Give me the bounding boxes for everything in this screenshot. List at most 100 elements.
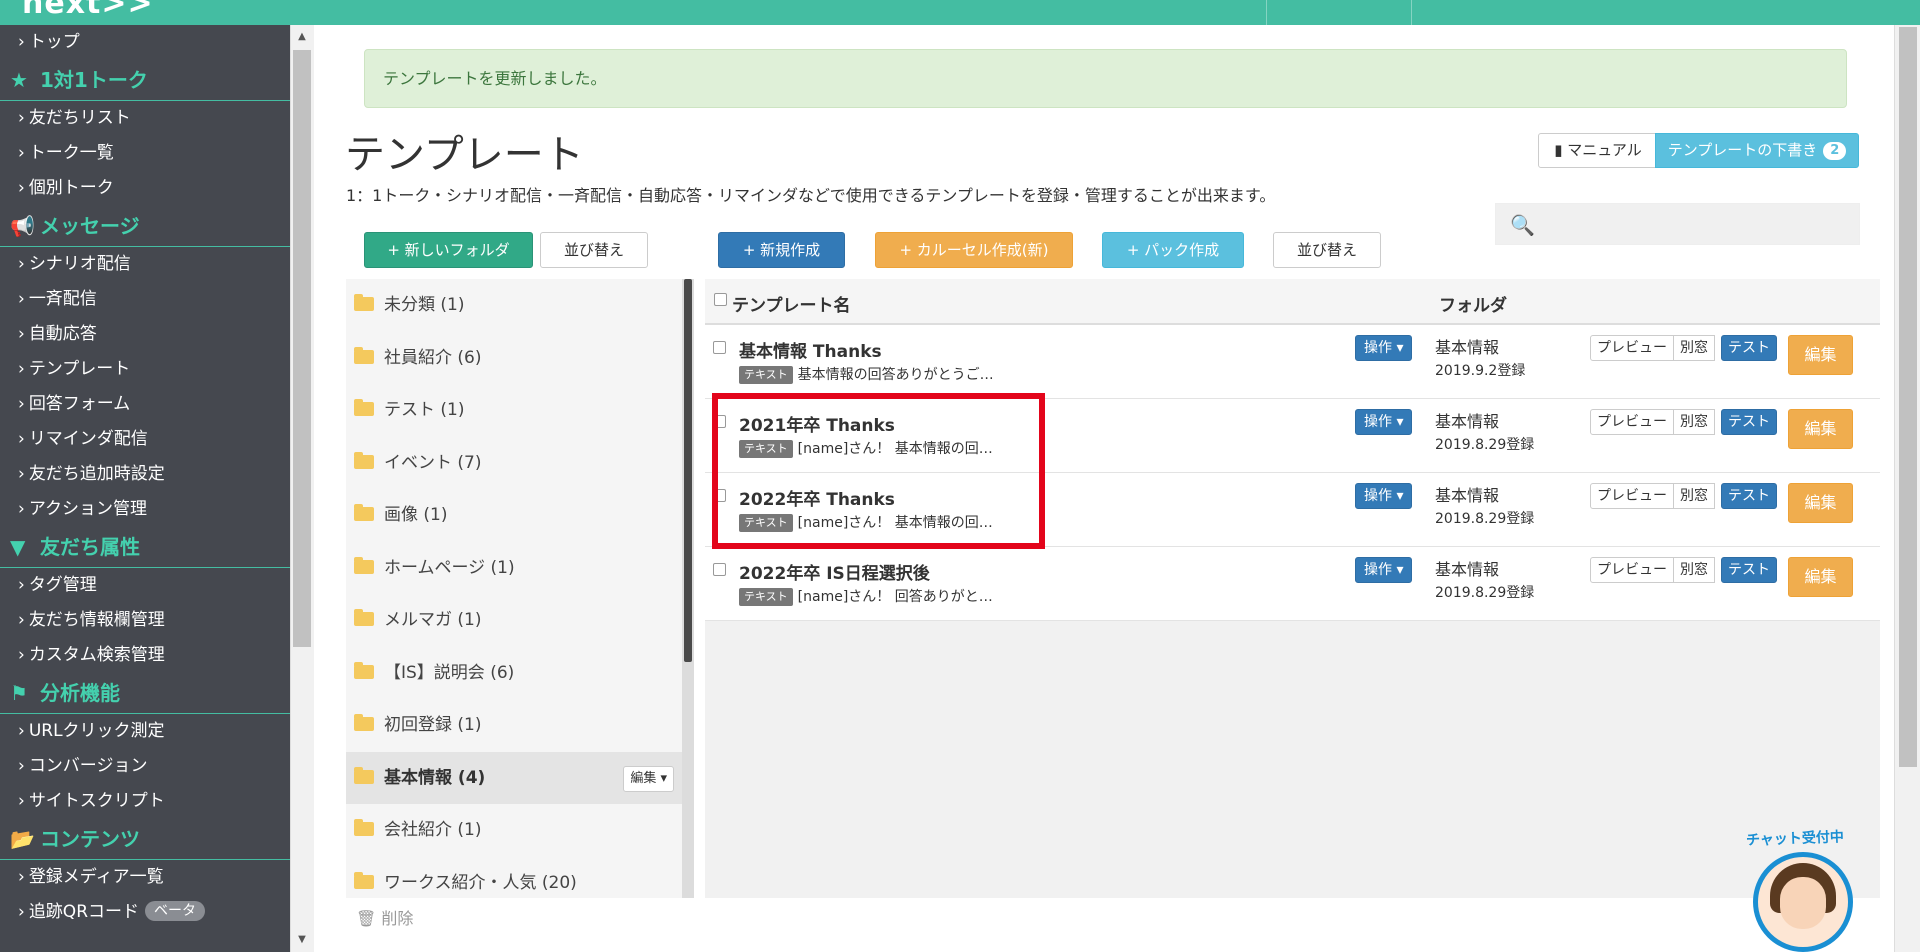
open-popup-button[interactable]: 別窓 [1674, 409, 1715, 435]
test-send-button[interactable]: テスト [1721, 409, 1777, 435]
sidebar-scrollbar[interactable]: ▲ ▼ [290, 25, 314, 952]
chat-avatar[interactable] [1753, 852, 1853, 952]
sidebar-item[interactable]: › リマインダ配信 [0, 422, 290, 457]
folder-item[interactable]: 社員紹介 (6) [346, 332, 682, 385]
sidebar-section-header[interactable]: 📢 メッセージ [0, 206, 290, 247]
delete-button[interactable]: 🗑 削除 [356, 905, 413, 929]
new-folder-button[interactable]: + 新しいフォルダ [364, 232, 533, 268]
preview-button[interactable]: プレビュー [1590, 557, 1674, 583]
sidebar-item[interactable]: › 回答フォーム [0, 387, 290, 422]
chevron-right-icon: › [18, 721, 25, 741]
sidebar-item[interactable]: › テンプレート [0, 352, 290, 387]
folder-item[interactable]: テスト (1) [346, 384, 682, 437]
row-checkbox[interactable] [713, 415, 726, 428]
folder-item[interactable]: 【IS】説明会 (6) [346, 647, 682, 700]
new-carousel-button[interactable]: + カルーセル作成(新) [875, 232, 1073, 268]
sidebar-item[interactable]: › サイトスクリプト [0, 784, 290, 819]
test-send-button[interactable]: テスト [1721, 483, 1777, 509]
sidebar-item[interactable]: › カスタム検索管理 [0, 638, 290, 673]
sidebar-item[interactable]: › 追跡QRコード ベータ [0, 895, 290, 930]
sidebar-item[interactable]: › トップ [0, 25, 290, 60]
sidebar-item[interactable]: › コンバージョン [0, 749, 290, 784]
manual-button[interactable]: ▮ マニュアル [1538, 133, 1658, 168]
preview-button-group: プレビュー 別窓 テスト [1590, 335, 1777, 361]
template-title[interactable]: 基本情報 Thanks [739, 337, 882, 362]
sidebar-item[interactable]: › 友だち追加時設定 [0, 457, 290, 492]
scrollbar-thumb[interactable] [684, 279, 692, 662]
sidebar-item[interactable]: › シナリオ配信 [0, 247, 290, 282]
preview-button[interactable]: プレビュー [1590, 409, 1674, 435]
logo[interactable]: next>> [22, 0, 154, 21]
folder-item[interactable]: 初回登録 (1) [346, 699, 682, 752]
sidebar-item[interactable]: › トーク一覧 [0, 136, 290, 171]
sidebar-item[interactable]: › 個別トーク [0, 171, 290, 206]
row-checkbox[interactable] [713, 341, 726, 354]
folder-list-scrollbar[interactable] [682, 279, 694, 898]
sidebar-item[interactable]: › タグ管理 [0, 568, 290, 603]
chevron-right-icon: › [18, 289, 25, 309]
new-template-button[interactable]: + 新規作成 [718, 232, 845, 268]
sidebar-item-label: 個別トーク [28, 178, 114, 198]
template-title[interactable]: 2022年卒 IS日程選択後 [739, 559, 930, 584]
sidebar-item[interactable]: › 友だちリスト [0, 101, 290, 136]
chevron-right-icon: › [18, 108, 25, 128]
scroll-down-icon[interactable]: ▼ [291, 930, 313, 950]
preview-button[interactable]: プレビュー [1590, 483, 1674, 509]
search-input[interactable]: 🔍 [1495, 203, 1860, 245]
row-checkbox[interactable] [713, 563, 726, 576]
sidebar-item[interactable]: › アクション管理 [0, 492, 290, 527]
select-all-checkbox[interactable] [714, 293, 727, 306]
sidebar-item[interactable]: › 一斉配信 [0, 282, 290, 317]
actions-dropdown-button[interactable]: 操作 ▾ [1355, 483, 1413, 509]
sidebar-item-label: 友だち属性 [40, 535, 140, 559]
sort-templates-button[interactable]: 並び替え [1273, 232, 1381, 268]
folder-edit-dropdown[interactable]: 編集 ▾ [623, 765, 674, 792]
actions-dropdown-button[interactable]: 操作 ▾ [1355, 557, 1413, 583]
sidebar-section-header[interactable]: 📂 コンテンツ [0, 819, 290, 860]
sidebar-section-header[interactable]: ★ 1対1トーク [0, 60, 290, 101]
actions-dropdown-button[interactable]: 操作 ▾ [1355, 409, 1413, 435]
row-checkbox[interactable] [713, 489, 726, 502]
chat-widget[interactable]: チャット受付中 [1726, 826, 1866, 952]
sidebar-item[interactable]: › 自動応答 [0, 317, 290, 352]
sidebar-item[interactable]: › 登録メディア一覧 [0, 860, 290, 895]
edit-button[interactable]: 編集 [1788, 409, 1853, 449]
preview-text: [name]さん！ 回答ありがと… [797, 589, 993, 605]
folder-item[interactable]: 画像 (1) [346, 489, 682, 542]
test-send-button[interactable]: テスト [1721, 335, 1777, 361]
new-pack-button[interactable]: + パック作成 [1102, 232, 1244, 268]
sidebar-section-header[interactable]: ⚑ 分析機能 [0, 673, 290, 714]
column-folder: フォルダ [1439, 296, 1507, 316]
draft-templates-button[interactable]: テンプレートの下書き 2 [1655, 133, 1859, 168]
test-send-button[interactable]: テスト [1721, 557, 1777, 583]
folder-item[interactable]: ワークス紹介・人気 (20) [346, 857, 682, 899]
scrollbar-thumb[interactable] [293, 50, 311, 647]
folder-item[interactable]: 会社紹介 (1) [346, 804, 682, 857]
folder-name: 基本情報 [1435, 486, 1500, 505]
sidebar-item[interactable]: › URLクリック測定 [0, 714, 290, 749]
folder-item[interactable]: 基本情報 (4) 編集 ▾ [346, 751, 682, 804]
search-icon: 🔍 [1510, 213, 1535, 237]
scrollbar-thumb[interactable] [1899, 27, 1917, 767]
scroll-up-icon[interactable]: ▲ [291, 27, 313, 47]
edit-button[interactable]: 編集 [1788, 557, 1853, 597]
sidebar-section-header[interactable]: ▼ 友だち属性 [0, 527, 290, 568]
edit-button[interactable]: 編集 [1788, 335, 1853, 375]
sort-folders-button[interactable]: 並び替え [540, 232, 648, 268]
folder-item[interactable]: 未分類 (1) [346, 279, 682, 332]
open-popup-button[interactable]: 別窓 [1674, 557, 1715, 583]
folder-item[interactable]: イベント (7) [346, 437, 682, 490]
folder-item[interactable]: ホームページ (1) [346, 542, 682, 595]
page-scrollbar[interactable] [1894, 25, 1920, 952]
preview-button[interactable]: プレビュー [1590, 335, 1674, 361]
sidebar-item[interactable]: › 友だち情報欄管理 [0, 603, 290, 638]
edit-button[interactable]: 編集 [1788, 483, 1853, 523]
manual-label: マニュアル [1567, 141, 1642, 159]
actions-dropdown-button[interactable]: 操作 ▾ [1355, 335, 1413, 361]
preview-text: [name]さん！ 基本情報の回… [797, 441, 993, 457]
folder-item[interactable]: メルマガ (1) [346, 594, 682, 647]
open-popup-button[interactable]: 別窓 [1674, 335, 1715, 361]
open-popup-button[interactable]: 別窓 [1674, 483, 1715, 509]
template-title[interactable]: 2021年卒 Thanks [739, 411, 895, 436]
template-title[interactable]: 2022年卒 Thanks [739, 485, 895, 510]
